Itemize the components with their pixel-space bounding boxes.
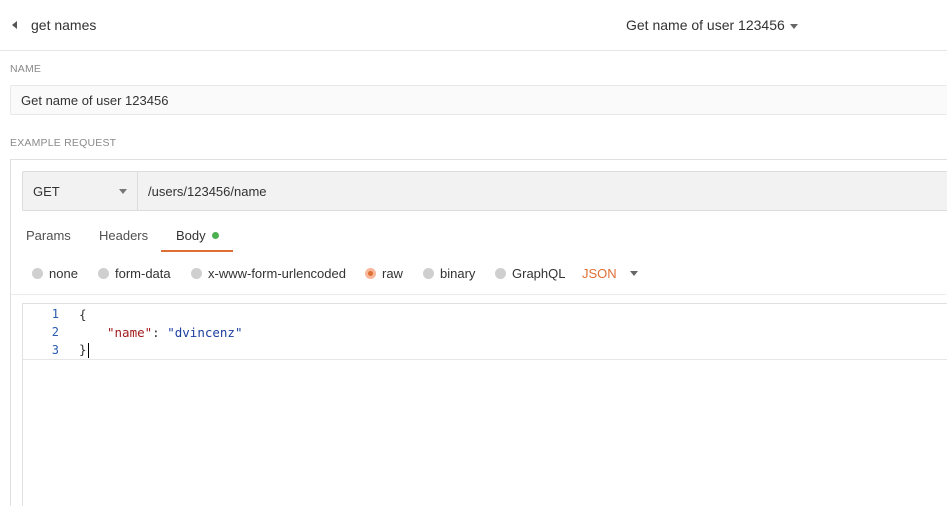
code-line-active: 3 } [23,341,947,360]
radio-none[interactable]: none [32,266,78,281]
radio-label: raw [382,266,403,281]
code-line: 1 { [23,305,947,323]
request-tabs: Params Headers Body [11,222,411,252]
body-type-options: none form-data x-www-form-urlencoded raw… [11,260,946,295]
caret-down-icon [789,23,798,29]
radio-selected-icon [365,268,376,279]
example-selector-label: Get name of user 123456 [626,17,785,33]
caret-down-icon [629,271,638,276]
json-separator: : [152,324,168,340]
line-number: 3 [51,343,59,357]
radio-label: GraphQL [512,266,566,281]
line-number: 1 [51,307,59,321]
radio-circle-icon [98,268,109,279]
radio-circle-icon [191,268,202,279]
back-button[interactable]: get names [12,16,96,34]
example-request-panel: GET /users/123456/name Params Headers Bo… [10,159,947,506]
method-value: GET [33,183,60,199]
json-string-value: "dvincenz" [167,324,243,340]
radio-circle-icon [495,268,506,279]
tab-headers[interactable]: Headers [99,228,148,243]
name-input[interactable]: Get name of user 123456 [10,85,947,115]
radio-circle-icon [423,268,434,279]
language-value: JSON [582,266,617,281]
tab-params[interactable]: Params [26,228,71,243]
line-number: 2 [51,325,59,339]
radio-label: x-www-form-urlencoded [208,266,346,281]
example-editor-page: get names Get name of user 123456 NAME G… [0,0,947,506]
caret-down-icon [119,188,127,194]
radio-x-www-form-urlencoded[interactable]: x-www-form-urlencoded [191,266,346,281]
radio-binary[interactable]: binary [423,266,475,281]
radio-form-data[interactable]: form-data [98,266,171,281]
name-label: NAME [10,63,42,75]
active-tab-underline [161,250,233,252]
json-key: "name" [107,324,153,340]
radio-graphql[interactable]: GraphQL [495,266,565,281]
code-text: "name": "dvincenz" [107,325,242,340]
url-bar: GET /users/123456/name [22,171,947,211]
caret-left-icon [12,21,17,29]
radio-circle-icon [32,268,43,279]
code-text: { [79,306,87,322]
radio-raw[interactable]: raw [365,266,403,281]
code-line: 2 "name": "dvincenz" [23,323,947,341]
collection-request-name: get names [31,17,97,33]
body-indicator-dot [211,232,219,239]
example-selector[interactable]: Get name of user 123456 [626,16,798,34]
code-editor[interactable]: 1 { 2 "name": "dvincenz" 3 } [22,303,947,506]
code-text: } [79,342,89,358]
radio-label: none [49,266,78,281]
tab-body[interactable]: Body [176,228,219,243]
closing-brace: } [79,342,87,357]
tab-body-label: Body [176,228,206,243]
radio-label: binary [440,266,476,281]
text-cursor [87,343,89,358]
header-bar: get names Get name of user 123456 [0,0,947,51]
example-request-label: EXAMPLE REQUEST [10,137,117,149]
language-select[interactable]: JSON [582,266,638,281]
url-input[interactable]: /users/123456/name [138,172,947,210]
radio-label: form-data [115,266,171,281]
method-select[interactable]: GET [23,172,138,210]
